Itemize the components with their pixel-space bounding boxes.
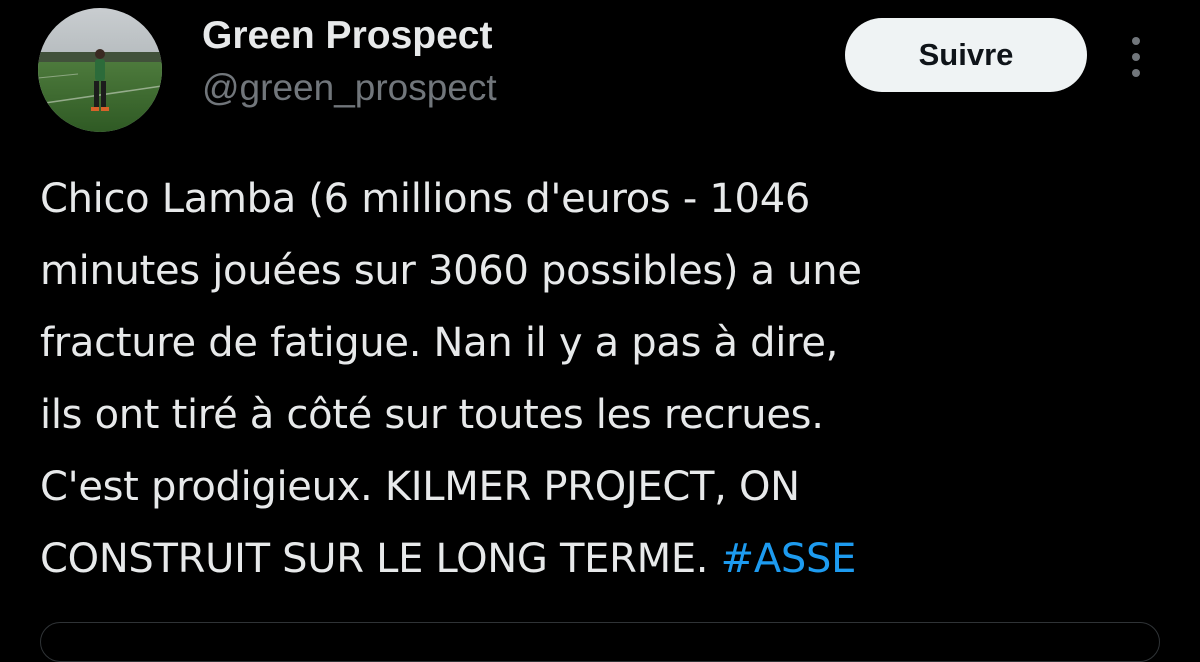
hashtag-link[interactable]: #ASSE — [721, 536, 857, 582]
embedded-card[interactable] — [40, 622, 1160, 662]
avatar-photo — [38, 8, 162, 132]
tweet-text-line: CONSTRUIT SUR LE LONG TERME. — [40, 536, 709, 582]
tweet-text-line: ils ont tiré à côté sur toutes les recru… — [40, 392, 824, 438]
author-display-name[interactable]: Green Prospect — [202, 10, 497, 62]
tweet-text-line: Chico Lamba (6 millions d'euros - 1046 — [40, 176, 811, 222]
more-options-button[interactable] — [1118, 32, 1154, 82]
tweet-text-line: fracture de fatigue. Nan il y a pas à di… — [40, 320, 839, 366]
tweet-text-last-line: CONSTRUIT SUR LE LONG TERME. #ASSE — [40, 523, 1170, 595]
author-handle[interactable]: @green_prospect — [202, 62, 497, 114]
tweet: Green Prospect @green_prospect Suivre Ch… — [0, 0, 1200, 662]
tweet-text-line: minutes jouées sur 3060 possibles) a une — [40, 248, 862, 294]
tweet-text: Chico Lamba (6 millions d'euros - 1046 m… — [40, 163, 1170, 595]
more-vertical-icon — [1132, 37, 1140, 77]
avatar[interactable] — [38, 8, 162, 132]
author-block: Green Prospect @green_prospect — [202, 10, 497, 114]
follow-button[interactable]: Suivre — [845, 18, 1087, 92]
tweet-text-line: C'est prodigieux. KILMER PROJECT, ON — [40, 464, 800, 510]
